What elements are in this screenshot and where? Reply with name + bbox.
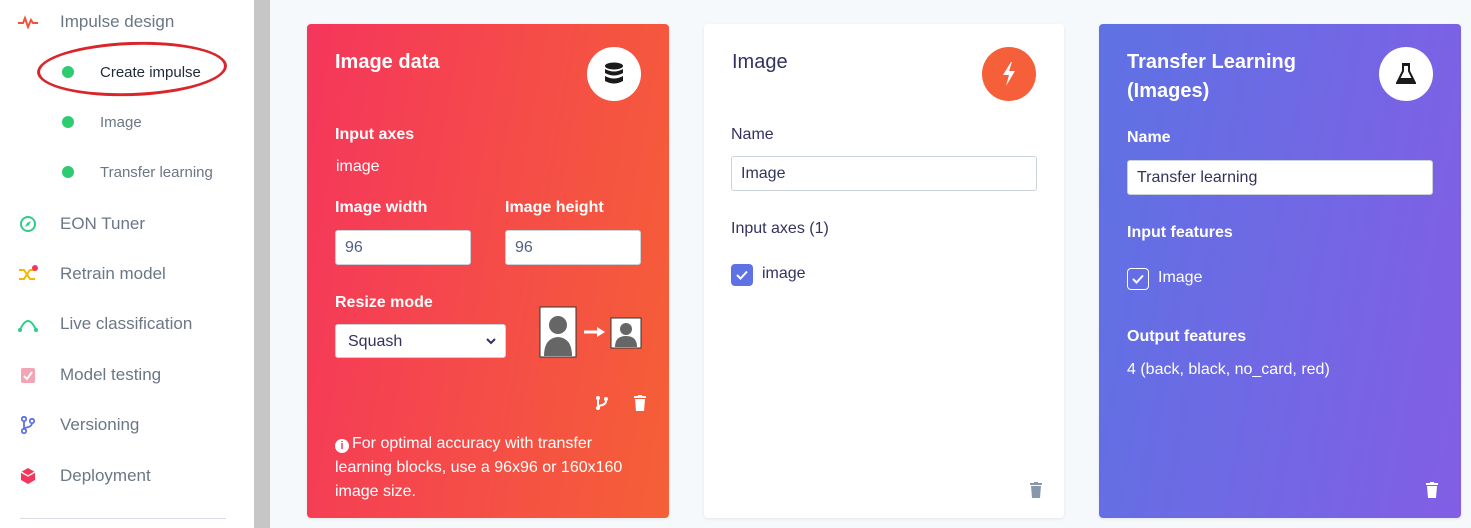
sidebar-item-label: Versioning [60,415,140,434]
learning-block-card: Transfer Learning (Images) Name Transfer… [1099,24,1461,518]
cube-icon [18,466,38,486]
sidebar-subitem-label: Image [100,113,142,131]
image-axis-label: image [762,265,806,282]
card-title: Image data [335,51,440,73]
app-root: Impulse design Create impulse Image Tran… [0,0,1471,528]
sidebar-item-live-classification[interactable]: Live classification [0,304,254,344]
learning-name-input[interactable]: Transfer learning [1127,160,1433,195]
processing-name-input[interactable]: Image [731,156,1037,191]
name-label: Name [731,126,774,143]
card-title-line2: (Images) [1127,80,1210,102]
info-note: i For optimal accuracy with transfer lear… [335,432,635,504]
image-feature-label: Image [1158,269,1203,286]
clipboard-check-icon [18,365,38,385]
info-icon: i [335,439,349,453]
input-features-label: Input features [1127,224,1233,241]
output-features-value: 4 (back, black, no_card, red) [1127,361,1330,378]
red-circle-annotation [36,38,228,100]
sidebar-subitem-label: Transfer learning [100,163,213,181]
database-icon [587,47,641,101]
sidebar-item-retrain-model[interactable]: Retrain model [0,254,254,294]
output-features-label: Output features [1127,328,1247,345]
curve-icon [18,314,38,334]
sidebar-item-model-testing[interactable]: Model testing [0,355,254,395]
lightning-icon [982,47,1036,101]
resize-mode-label: Resize mode [335,294,433,311]
sidebar-item-label: Live classification [60,314,193,333]
branch-icon[interactable] [593,394,611,412]
sidebar-item-versioning[interactable]: Versioning [0,405,254,445]
input-axes-label: Input axes (1) [731,220,829,237]
sidebar-item-eon-tuner[interactable]: EON Tuner [0,204,254,244]
input-axes-label: Input axes [335,126,415,143]
image-width-label: Image width [335,199,428,216]
sidebar-item-label: Deployment [60,466,151,485]
card-title: Image [732,51,788,73]
flask-icon [1379,47,1433,101]
processing-block-card: Image Name Image Input axes (1) image [704,24,1064,518]
image-axis-checkbox[interactable] [731,264,753,286]
sidebar-item-label: Model testing [60,365,162,384]
sidebar-item-impulse-design[interactable]: Impulse design [0,2,254,42]
shuffle-icon [18,264,38,284]
pulse-icon [18,12,38,32]
resize-mode-select[interactable]: Squash [335,324,506,358]
sidebar-item-label: EON Tuner [60,214,146,233]
status-dot [62,116,74,128]
chevron-down-icon [485,334,497,352]
info-note-text: For optimal accuracy with transfer learn… [335,435,623,500]
image-height-label: Image height [505,199,604,216]
input-block-card: Image data Input axes image Image width … [307,24,669,518]
card-title: Transfer Learning (Images) [1127,48,1296,106]
image-width-input[interactable]: 96 [335,230,471,265]
sidebar-subitem-transfer-learning[interactable]: Transfer learning [0,154,254,190]
divider [20,518,226,519]
status-dot [62,166,74,178]
sidebar-subitem-image[interactable]: Image [0,104,254,140]
resize-mode-value: Squash [348,333,403,350]
sidebar-item-label: Impulse design [60,12,175,31]
trash-icon[interactable] [1423,481,1441,499]
trash-icon[interactable] [631,394,649,412]
sidebar: Impulse design Create impulse Image Tran… [0,0,254,528]
card-title-line1: Transfer Learning [1127,51,1296,73]
image-height-input[interactable]: 96 [505,230,641,265]
trash-icon[interactable] [1027,481,1045,499]
image-feature-checkbox[interactable] [1127,268,1149,290]
sidebar-scrollbar-gutter [254,0,270,528]
sidebar-item-label: Retrain model [60,264,166,283]
compass-icon [18,214,38,234]
branch-icon [18,415,38,435]
resize-illustration-icon [539,306,643,358]
input-axes-value: image [336,158,380,175]
sidebar-item-deployment[interactable]: Deployment [0,456,254,496]
name-label: Name [1127,129,1171,146]
